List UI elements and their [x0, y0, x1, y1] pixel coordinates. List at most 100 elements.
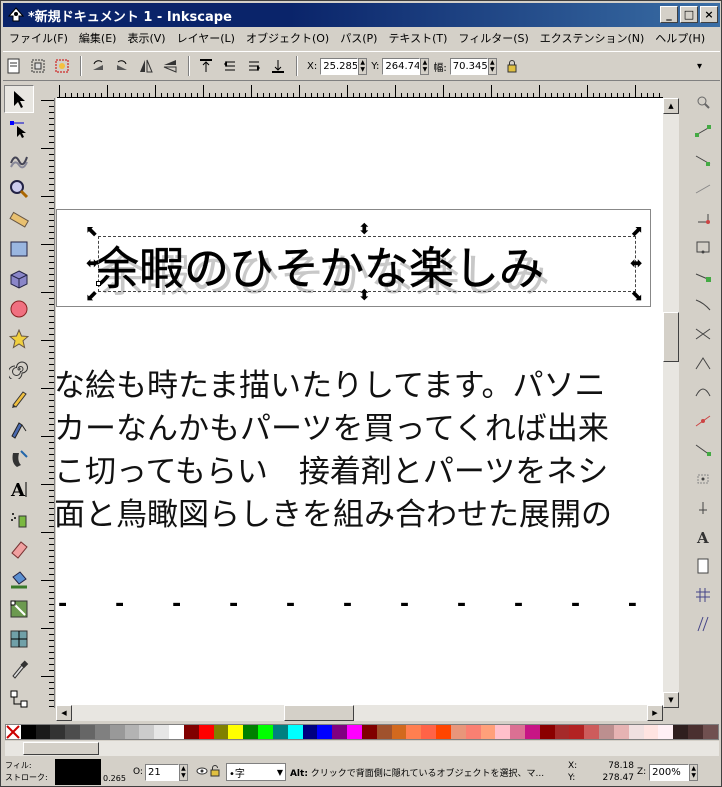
palette-swatch[interactable] — [198, 725, 214, 739]
menu-text[interactable]: テキスト(T) — [388, 30, 447, 46]
rotate-ccw-icon[interactable] — [87, 55, 109, 77]
y-spinner[interactable]: ▲ ▼ — [420, 57, 430, 75]
palette-swatch[interactable] — [406, 725, 422, 739]
menu-help[interactable]: ヘルプ(H) — [655, 30, 705, 46]
fill-stroke-swatch[interactable] — [55, 759, 101, 785]
lock-icon[interactable] — [501, 55, 523, 77]
scroll-up-icon[interactable]: ▲ — [663, 98, 679, 114]
palette-swatch[interactable] — [554, 725, 570, 739]
menu-object[interactable]: オブジェクト(O) — [246, 30, 329, 46]
handle-sw[interactable]: ⬋ — [86, 288, 99, 303]
palette-swatch[interactable] — [228, 725, 244, 739]
body-line-4[interactable]: 面と鳥瞰図らしきを組み合わせた展開の — [56, 489, 612, 534]
width-input[interactable]: 70.345 — [449, 57, 488, 75]
palette-swatch[interactable] — [332, 725, 348, 739]
vertical-ruler[interactable] — [39, 98, 55, 708]
deselect-icon[interactable] — [51, 55, 73, 77]
scroll-right-icon[interactable]: ▶ — [647, 705, 663, 721]
palette-swatch[interactable] — [628, 725, 644, 739]
palette-swatch[interactable] — [391, 725, 407, 739]
palette-swatch[interactable] — [702, 725, 718, 739]
handle-e[interactable]: ⬌ — [630, 256, 643, 271]
dashed-line[interactable]: - - - - - - - - - - - - — [56, 592, 663, 617]
palette-swatch[interactable] — [109, 725, 125, 739]
snap-zoom-icon[interactable] — [690, 92, 716, 112]
snap-path-intersection-icon[interactable] — [690, 324, 716, 344]
flip-horizontal-icon[interactable] — [135, 55, 157, 77]
center-marker[interactable] — [96, 281, 101, 286]
palette-swatch[interactable] — [465, 725, 481, 739]
snap-bbox-corner-icon[interactable] — [690, 208, 716, 228]
palette-swatch[interactable] — [510, 725, 525, 739]
snap-grid-icon[interactable] — [690, 585, 716, 605]
snap-text-icon[interactable]: A — [690, 527, 716, 547]
palette-swatch[interactable] — [272, 725, 288, 739]
scroll-left-icon[interactable]: ◀ — [56, 705, 72, 721]
color-palette[interactable] — [5, 724, 719, 740]
select-all-layers-icon[interactable] — [27, 55, 49, 77]
raise-icon[interactable] — [219, 55, 241, 77]
palette-swatch[interactable] — [584, 725, 600, 739]
menu-edit[interactable]: 編集(E) — [79, 30, 117, 46]
snap-page-icon[interactable] — [690, 556, 716, 576]
snap-enable-icon[interactable] — [690, 121, 716, 141]
snap-object-midpoint-icon[interactable] — [690, 440, 716, 460]
snap-text-baseline-icon[interactable] — [690, 498, 716, 518]
selector-tool[interactable] — [4, 85, 34, 113]
opacity-spinner[interactable]: ▲ ▼ — [178, 763, 188, 781]
calligraphy-tool[interactable] — [4, 445, 34, 473]
scroll-down-icon[interactable]: ▼ — [663, 692, 679, 708]
handle-ne[interactable]: ⬈ — [630, 224, 643, 239]
zoom-tool[interactable] — [4, 175, 34, 203]
palette-swatch[interactable] — [169, 725, 184, 739]
body-line-3[interactable]: こ切ってもらい 接着剤とパーツをネシ — [56, 446, 608, 491]
handle-nw[interactable]: ⬉ — [86, 224, 99, 239]
snap-rotation-center-icon[interactable] — [690, 469, 716, 489]
text-tool[interactable]: A — [4, 475, 34, 503]
palette-swatch[interactable] — [421, 725, 437, 739]
mesh-tool[interactable] — [4, 625, 34, 653]
3d-box-tool[interactable] — [4, 265, 34, 293]
snap-path-icon[interactable] — [690, 295, 716, 315]
snap-bbox-icon[interactable] — [690, 150, 716, 170]
palette-scrollbar[interactable] — [5, 741, 719, 756]
palette-swatch[interactable] — [50, 725, 66, 739]
snap-nodes-icon[interactable] — [690, 266, 716, 286]
snap-cusp-icon[interactable] — [690, 353, 716, 373]
snap-bbox-midpoint-icon[interactable] — [690, 237, 716, 257]
palette-swatch[interactable] — [643, 725, 659, 739]
opacity-input[interactable]: 21 — [144, 763, 179, 781]
snap-bbox-edge-icon[interactable] — [690, 179, 716, 199]
horizontal-scroll-thumb[interactable] — [284, 705, 354, 721]
palette-swatch[interactable] — [317, 725, 333, 739]
horizontal-scrollbar[interactable]: ◀ ▶ — [56, 705, 663, 721]
lower-to-bottom-icon[interactable] — [267, 55, 289, 77]
node-tool[interactable] — [4, 115, 34, 143]
flip-vertical-icon[interactable] — [159, 55, 181, 77]
palette-swatch[interactable] — [524, 725, 540, 739]
palette-swatch[interactable] — [65, 725, 81, 739]
zoom-input[interactable]: 200% — [649, 763, 690, 781]
connector-tool[interactable] — [4, 685, 34, 713]
palette-swatch[interactable] — [361, 725, 377, 739]
menu-layer[interactable]: レイヤー(L) — [177, 30, 235, 46]
close-button[interactable]: × — [700, 6, 718, 23]
palette-swatch[interactable] — [183, 725, 199, 739]
measure-tool[interactable] — [4, 205, 34, 233]
handle-s[interactable]: ⬍ — [358, 288, 371, 303]
palette-swatch[interactable] — [124, 725, 140, 739]
pen-tool[interactable] — [4, 415, 34, 443]
palette-swatch[interactable] — [688, 725, 703, 739]
palette-swatch[interactable] — [480, 725, 496, 739]
palette-swatch[interactable] — [539, 725, 555, 739]
palette-swatch[interactable] — [35, 725, 51, 739]
width-spinner[interactable]: ▲ ▼ — [487, 57, 497, 75]
handle-w[interactable]: ⬌ — [86, 256, 99, 271]
menu-filters[interactable]: フィルター(S) — [458, 30, 528, 46]
palette-scroll-thumb[interactable] — [23, 742, 99, 755]
palette-swatch[interactable] — [613, 725, 629, 739]
palette-swatch[interactable] — [673, 725, 689, 739]
menu-extensions[interactable]: エクステンション(N) — [540, 30, 644, 46]
raise-to-top-icon[interactable] — [195, 55, 217, 77]
title-bar[interactable]: *新規ドキュメント 1 - Inkscape _ □ × — [3, 3, 720, 27]
